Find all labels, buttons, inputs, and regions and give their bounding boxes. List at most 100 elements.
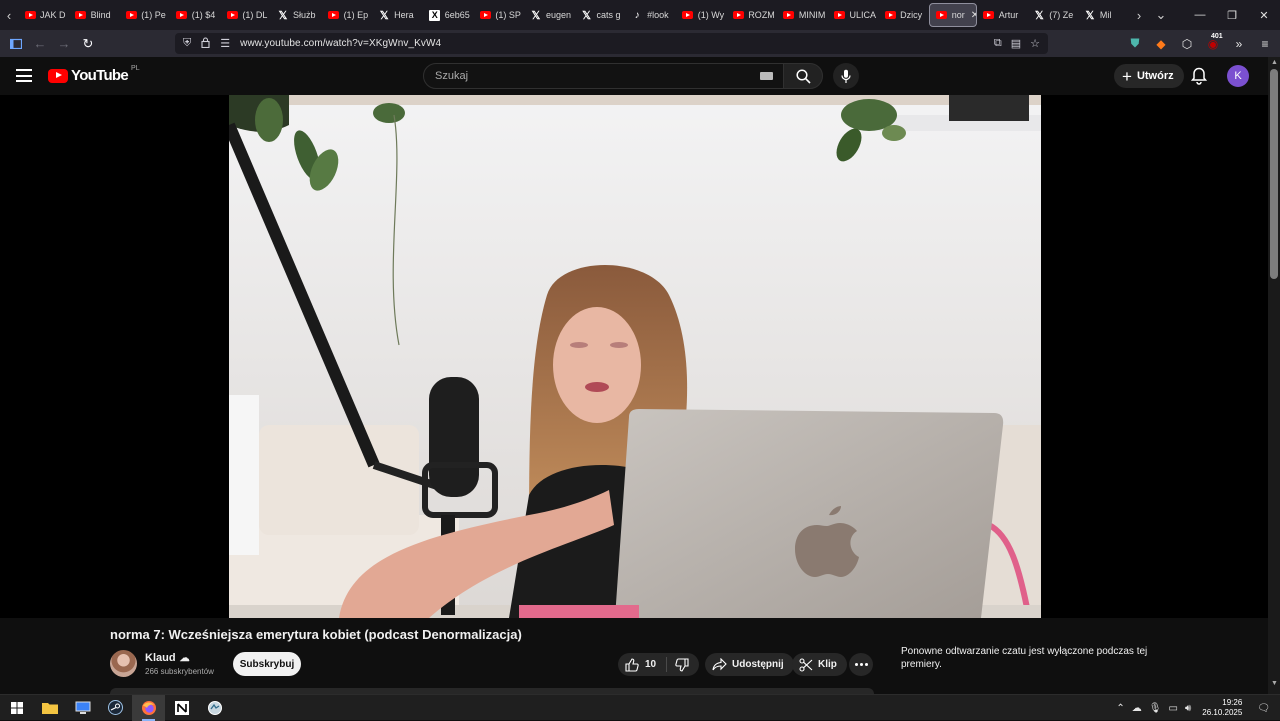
create-button[interactable]: + Utwórz <box>1114 64 1184 88</box>
windows-start-icon[interactable] <box>0 695 33 721</box>
steam-icon[interactable] <box>99 695 132 721</box>
tab-label: Blind <box>90 10 111 20</box>
browser-tab[interactable]: ULICA <box>828 3 879 27</box>
tab-active[interactable]: nor ✕ <box>928 3 977 27</box>
scroll-tabs-left-icon[interactable]: ‹ <box>0 0 18 30</box>
overflow-menu-icon[interactable]: » <box>1230 37 1248 51</box>
youtube-icon <box>75 9 87 21</box>
browser-tab[interactable]: (1) Ep <box>322 3 373 27</box>
tracking-protection-icon[interactable]: ⛨ <box>183 37 191 50</box>
extension-badge-count: 401 <box>1210 32 1224 40</box>
address-bar[interactable]: ⛨ ☰ www.youtube.com/watch?v=XKgWnv_KvW4 … <box>175 33 1048 54</box>
firefox-taskbar-icon[interactable] <box>132 694 165 721</box>
bookmark-star-icon[interactable]: ☆ <box>1030 37 1040 50</box>
plus-icon: + <box>1122 66 1132 86</box>
clock-date: 26.10.2025 <box>1202 708 1243 717</box>
share-button[interactable]: Udostępnij <box>705 653 794 676</box>
reader-view-icon[interactable]: ▤ <box>1011 37 1021 50</box>
voice-search-button[interactable] <box>833 63 859 89</box>
x-icon: 𝕏 <box>1034 9 1044 22</box>
keyboard-icon[interactable] <box>760 72 773 80</box>
more-actions-button[interactable] <box>849 653 873 676</box>
picture-in-picture-icon[interactable]: ⧉ <box>994 37 1002 50</box>
restore-icon[interactable]: ❐ <box>1216 9 1248 22</box>
computer-app-icon[interactable] <box>66 695 99 721</box>
lock-icon[interactable] <box>201 36 210 51</box>
scroll-up-icon[interactable]: ▲ <box>1271 59 1278 66</box>
browser-tab[interactable]: (1) Wy <box>676 3 727 27</box>
scroll-tabs-right-icon[interactable]: › <box>1130 0 1148 30</box>
scrollbar-thumb[interactable] <box>1270 69 1278 279</box>
permissions-icon[interactable]: ☰ <box>220 37 230 50</box>
clip-button[interactable]: Klip <box>792 653 847 676</box>
browser-tab[interactable]: 𝕏 Hera <box>372 3 423 27</box>
browser-tab[interactable]: (1) $4 <box>170 3 221 27</box>
share-arrow-icon <box>712 658 727 671</box>
browser-tab[interactable]: Dzicy <box>878 3 929 27</box>
guide-menu-icon[interactable] <box>16 69 32 82</box>
browser-tab[interactable]: 𝕏 Służb <box>271 3 322 27</box>
like-dislike-group: 10 <box>618 653 699 676</box>
close-tab-icon[interactable]: ✕ <box>971 10 976 21</box>
youtube-icon <box>24 9 36 21</box>
tab-label: ULICA <box>849 10 877 20</box>
browser-tab[interactable]: (1) Pe <box>119 3 170 27</box>
youtube-icon <box>732 9 744 21</box>
subscribe-button[interactable]: Subskrybuj <box>233 652 301 676</box>
search-button[interactable] <box>783 63 823 89</box>
url-text[interactable]: www.youtube.com/watch?v=XKgWnv_KvW4 <box>240 38 441 49</box>
app-menu-icon[interactable]: ≡ <box>1256 37 1274 51</box>
minimize-icon[interactable]: — <box>1184 9 1216 21</box>
ublock-icon[interactable]: ◉ 401 <box>1204 32 1224 51</box>
browser-tab[interactable]: JAK D <box>18 3 69 27</box>
youtube-logo[interactable]: YouTube PL <box>48 65 140 84</box>
extensions-puzzle-icon[interactable]: ⬡ <box>1178 37 1196 51</box>
list-all-tabs-icon[interactable]: ⌄ <box>1148 0 1174 30</box>
youtube-icon <box>479 9 491 21</box>
notion-app-icon[interactable] <box>165 695 198 721</box>
browser-tab[interactable]: (1) SP <box>473 3 524 27</box>
scroll-down-icon[interactable]: ▼ <box>1271 680 1278 687</box>
volume-icon[interactable]: 🔊︎ <box>1185 703 1191 714</box>
share-label: Udostępnij <box>732 659 784 670</box>
tab-label: JAK D <box>40 10 66 20</box>
like-button[interactable]: 10 <box>618 657 666 672</box>
video-player[interactable] <box>229 95 1041 618</box>
tab-label: (1) Ep <box>343 10 369 20</box>
file-explorer-icon[interactable] <box>33 695 66 721</box>
browser-tab[interactable]: ♪ #look <box>625 3 676 27</box>
back-button[interactable]: ← <box>28 33 52 55</box>
browser-tab[interactable]: 𝕏 (7) Ze <box>1027 3 1078 27</box>
browser-tab[interactable]: 𝕏eugen <box>524 3 575 27</box>
browser-tab[interactable]: (1) DL <box>220 3 271 27</box>
dislike-button[interactable] <box>667 657 689 672</box>
account-avatar[interactable]: K <box>1227 65 1249 87</box>
browser-tab[interactable]: Blind <box>69 3 120 27</box>
channel-name-row[interactable]: Klaud ☁ <box>145 652 190 664</box>
page-scrollbar[interactable]: ▲ ▼ <box>1268 57 1280 694</box>
shield-extension-icon[interactable]: ⛊ <box>1126 36 1144 51</box>
system-clock[interactable]: 19:26 26.10.2025 <box>1202 698 1242 718</box>
tray-overflow-chevron-icon[interactable]: ⌃ <box>1116 703 1124 714</box>
youtube-icon <box>983 9 995 21</box>
browser-tab[interactable]: MINIM <box>777 3 828 27</box>
browser-tab[interactable]: X 6eb65 <box>423 3 474 27</box>
channel-name[interactable]: Klaud <box>145 652 176 664</box>
onedrive-cloud-icon[interactable]: ☁ <box>1132 703 1142 714</box>
browser-tab[interactable]: 𝕏cats g <box>575 3 626 27</box>
notifications-center-icon[interactable]: 🗨︎ <box>1257 703 1270 714</box>
search-input[interactable]: Szukaj <box>423 63 784 89</box>
forward-button[interactable]: → <box>52 33 76 55</box>
notifications-bell-icon[interactable] <box>1190 66 1208 86</box>
network-icon[interactable]: ▭ <box>1168 703 1177 714</box>
browser-tab[interactable]: ROZM <box>726 3 777 27</box>
microphone-tray-icon[interactable]: 🎙︎ <box>1149 703 1162 714</box>
close-window-icon[interactable]: ✕ <box>1248 9 1280 22</box>
sidebar-toggle-icon[interactable] <box>4 33 28 55</box>
fox-extension-icon[interactable]: ◆ <box>1152 37 1170 51</box>
browser-tab[interactable]: 𝕏 Mil <box>1078 3 1129 27</box>
media-app-icon[interactable] <box>198 695 231 721</box>
reload-button[interactable]: ↻ <box>76 33 100 55</box>
channel-avatar[interactable] <box>110 650 137 677</box>
browser-tab[interactable]: Artur <box>977 3 1028 27</box>
